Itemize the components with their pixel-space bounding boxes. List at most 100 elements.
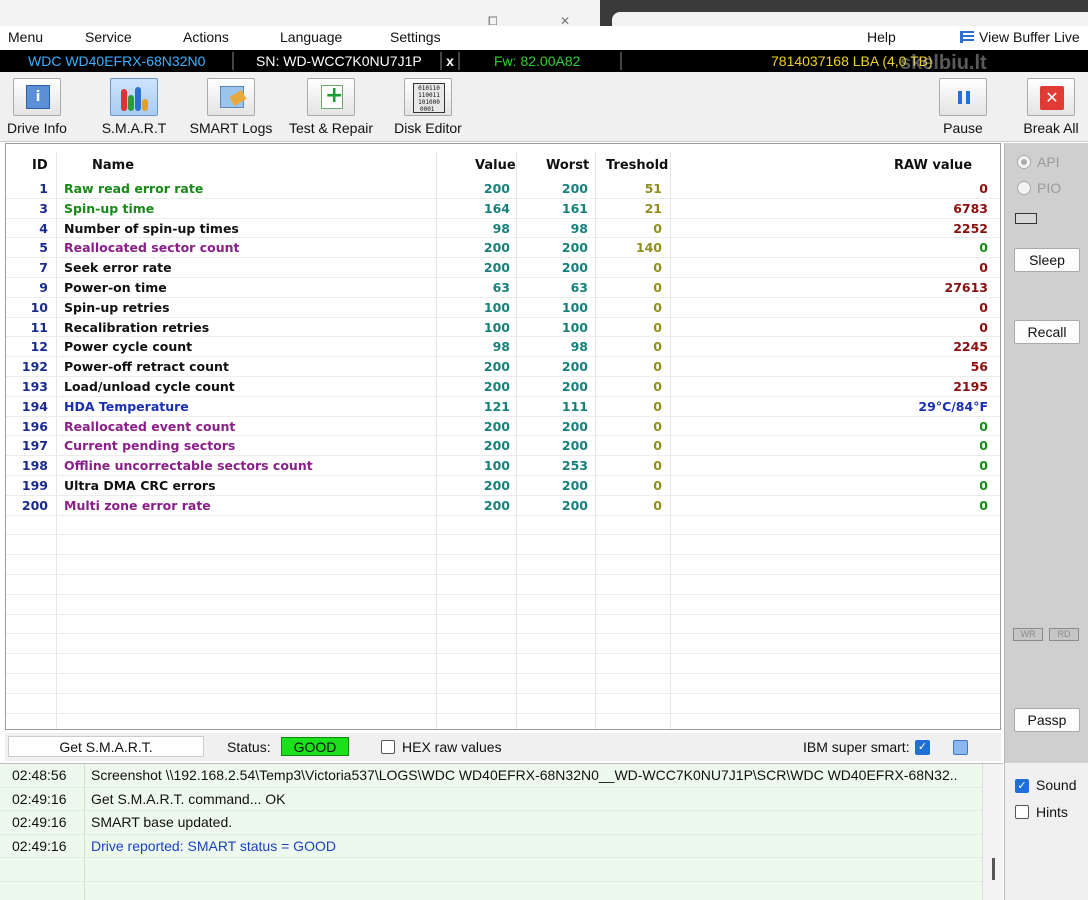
api-radio[interactable] [1017,155,1031,169]
table-row[interactable]: 11 Recalibration retries 100 100 0 0 [6,318,1000,338]
scrollbar-thumb[interactable] [992,858,995,880]
attribute-name: HDA Temperature [64,398,189,414]
table-row[interactable]: 5 Reallocated sector count 200 200 140 0 [6,238,1000,259]
attribute-threshold: 0 [653,379,662,394]
attribute-value: 100 [483,458,510,474]
log-scrollbar[interactable] [982,764,1003,900]
header-worst[interactable]: Worst [546,158,589,173]
table-row[interactable]: 9 Power-on time 63 63 0 27613 [6,278,1000,298]
window-titlebar: ⧠ ✕ [0,0,1088,28]
log-panel[interactable]: 02:48:56 Screenshot \\192.168.2.54\Temp3\… [0,763,1003,900]
attribute-id: 199 [21,478,48,493]
attribute-raw: 2245 [953,339,988,355]
table-row[interactable]: 198 Offline uncorrectable sectors count 10… [6,456,1000,476]
attribute-name: Ultra DMA CRC errors [64,478,216,493]
menu-item-actions[interactable]: Actions [183,29,229,45]
table-row[interactable]: 10 Spin-up retries 100 100 0 0 [6,298,1000,318]
log-line: 02:49:16 Drive reported: SMART status = G… [0,835,982,858]
pause-icon [958,91,970,104]
hints-checkbox[interactable] [1015,805,1029,819]
menu-item-settings[interactable]: Settings [390,29,441,45]
attribute-name: Recalibration retries [64,319,210,335]
table-row[interactable]: 1 Raw read error rate 200 200 51 0 [6,179,1000,199]
sleep-button[interactable]: Sleep [1014,248,1080,272]
drive-info-button[interactable]: i Drive Info [0,78,82,138]
attribute-raw: 0 [979,438,988,454]
menu-item-service[interactable]: Service [85,29,132,45]
table-row[interactable]: 199 Ultra DMA CRC errors 200 200 0 0 [6,476,1000,496]
table-row[interactable]: 192 Power-off retract count 200 200 0 56 [6,357,1000,377]
smart-table[interactable]: ID Name Value Worst Treshold RAW value 1… [5,143,1001,730]
attribute-worst: 200 [561,497,588,513]
break-all-button[interactable]: ✕ Break All [1006,78,1088,138]
drive-model[interactable]: WDC WD40EFRX-68N32N0 [2,52,234,70]
header-threshold[interactable]: Treshold [606,158,668,173]
disk-editor-label: Disk Editor [394,120,462,136]
drive-close-button[interactable]: x [440,52,460,70]
pio-radio[interactable] [1017,181,1031,195]
attribute-value: 121 [483,398,510,414]
attribute-raw: 2252 [953,220,988,236]
attribute-raw: 27613 [944,280,989,295]
view-buffer-label: View Buffer Live [979,29,1080,45]
attribute-worst: 100 [561,319,588,335]
attribute-threshold: 0 [653,458,662,474]
table-row[interactable]: 193 Load/unload cycle count 200 200 0 2195 [6,377,1000,397]
bars-chart-icon [121,85,149,111]
extra-option-checkbox[interactable] [953,740,968,755]
recall-button[interactable]: Recall [1014,320,1080,344]
attribute-worst: 200 [561,478,588,493]
hints-label: Hints [1036,804,1068,820]
hex-raw-checkbox[interactable] [381,740,395,754]
pause-button[interactable]: Pause [918,78,1008,138]
attribute-value: 100 [483,299,510,315]
ibm-super-smart-checkbox[interactable]: ✓ [915,740,930,755]
attribute-value: 200 [483,418,510,434]
table-header: ID Name Value Worst Treshold RAW value [6,144,1000,178]
table-row[interactable]: 196 Reallocated event count 200 200 0 0 [6,417,1000,437]
empty-row [6,654,1000,674]
attribute-id: 10 [30,299,48,315]
attribute-worst: 200 [561,260,588,276]
menu-item-language[interactable]: Language [280,29,342,45]
attribute-worst: 200 [561,240,588,256]
log-options-panel: ✓ Sound Hints [1004,763,1088,900]
attribute-worst: 161 [561,200,588,216]
log-message: Screenshot \\192.168.2.54\Temp3\Victoria… [91,767,958,783]
table-row[interactable]: 7 Seek error rate 200 200 0 0 [6,258,1000,278]
menu-item-menu[interactable]: Menu [8,29,43,45]
attribute-value: 98 [492,220,510,236]
header-raw[interactable]: RAW value [894,158,972,173]
table-row[interactable]: 3 Spin-up time 164 161 21 6783 [6,199,1000,219]
smart-logs-button[interactable]: SMART Logs [186,78,276,138]
toolbar: i Drive Info S.M.A.R.T SMART Logs Test &… [0,72,1088,142]
header-value[interactable]: Value [475,158,516,173]
attribute-raw: 0 [979,478,988,493]
empty-row [6,535,1000,556]
table-row[interactable]: 194 HDA Temperature 121 111 0 29°C/84°F [6,397,1000,417]
header-name[interactable]: Name [92,158,134,173]
header-id[interactable]: ID [32,158,48,173]
smart-button[interactable]: S.M.A.R.T [89,78,179,138]
binary-editor-icon: 010110 110011 101000 0001 [413,83,445,113]
test-repair-button[interactable]: Test & Repair [286,78,376,138]
sound-checkbox[interactable]: ✓ [1015,779,1029,793]
table-row[interactable]: 200 Multi zone error rate 200 200 0 0 [6,496,1000,516]
get-smart-button[interactable]: Get S.M.A.R.T. [8,736,204,757]
attribute-threshold: 0 [653,438,662,454]
view-buffer-live-button[interactable]: View Buffer Live [960,29,1080,45]
table-row[interactable]: 4 Number of spin-up times 98 98 0 2252 [6,219,1000,239]
menu-item-help[interactable]: Help [867,29,896,45]
disk-editor-button[interactable]: 010110 110011 101000 0001 Disk Editor [383,78,473,138]
log-message: Drive reported: SMART status = GOOD [91,837,336,854]
table-row[interactable]: 197 Current pending sectors 200 200 0 0 [6,436,1000,457]
attribute-threshold: 0 [653,359,662,375]
attribute-threshold: 0 [653,478,662,493]
attribute-raw: 0 [979,240,988,256]
passp-button[interactable]: Passp [1014,708,1080,732]
empty-row [6,634,1000,655]
attribute-threshold: 0 [653,418,662,434]
attribute-id: 1 [39,181,48,196]
log-time: 02:49:16 [12,837,67,854]
table-row[interactable]: 12 Power cycle count 98 98 0 2245 [6,337,1000,358]
